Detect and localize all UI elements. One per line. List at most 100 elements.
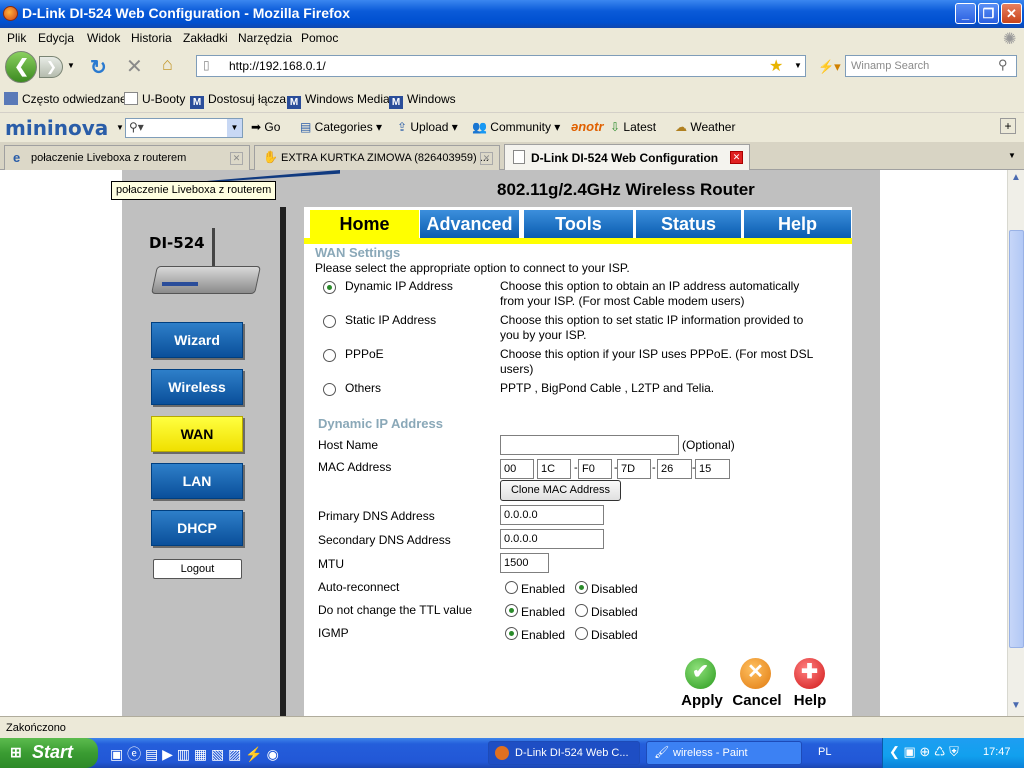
radio-others[interactable] — [323, 383, 336, 396]
menu-edycja[interactable]: Edycja — [38, 31, 74, 45]
minimize-button[interactable]: _ — [955, 3, 976, 24]
mininova-logo[interactable]: mininova — [5, 116, 108, 140]
mac-field-6[interactable]: 15 — [695, 459, 730, 479]
auto-reconnect-enabled-radio[interactable] — [505, 581, 518, 594]
mac-field-5[interactable]: 26 — [657, 459, 692, 479]
weather-button[interactable]: ☁ Weather — [675, 120, 735, 134]
close-window-button[interactable]: ✕ — [1001, 3, 1022, 24]
reload-icon[interactable]: ↻ — [90, 55, 107, 80]
tab-kurtka[interactable]: ✋ EXTRA KURTKA ZIMOWA (826403959) ... ✕ — [254, 145, 500, 170]
back-button[interactable]: ❮ — [5, 51, 37, 83]
igmp-disabled-radio[interactable] — [575, 627, 588, 640]
help-icon[interactable]: ✚ — [794, 658, 825, 689]
bookmark-star-icon[interactable]: ★ — [769, 56, 783, 76]
history-dropdown-icon[interactable]: ▼ — [67, 61, 75, 70]
close-tab-icon[interactable]: ✕ — [230, 152, 243, 165]
menu-zakladki[interactable]: Zakładki — [183, 31, 228, 45]
go-button[interactable]: ➡ Go — [251, 120, 280, 134]
clone-mac-button[interactable]: Clone MAC Address — [500, 480, 621, 501]
bookmark-uboty[interactable]: U-Booty — [124, 92, 185, 106]
radio-pppoe[interactable] — [323, 349, 336, 362]
wizard-button[interactable]: Wizard — [151, 322, 243, 358]
search-icon[interactable]: ⚲ — [998, 57, 1008, 73]
language-indicator[interactable]: PL — [818, 746, 831, 758]
option-pppoe-label: PPPoE — [345, 347, 384, 361]
menu-pomoc[interactable]: Pomoc — [301, 31, 338, 45]
close-tab-icon[interactable]: ✕ — [730, 151, 743, 164]
scroll-thumb[interactable] — [1009, 230, 1024, 648]
secondary-dns-input[interactable]: 0.0.0.0 — [500, 529, 604, 549]
tab-dlink[interactable]: D-Link DI-524 Web Configuration ✕ — [504, 144, 750, 171]
lan-button[interactable]: LAN — [151, 463, 243, 499]
forward-button[interactable]: ❯ — [39, 56, 63, 78]
wan-button[interactable]: WAN — [151, 416, 243, 452]
auto-reconnect-disabled-radio[interactable] — [575, 581, 588, 594]
tab-help[interactable]: Help — [744, 210, 852, 238]
menu-narzedzia[interactable]: Narzędzia — [238, 31, 292, 45]
wireless-button[interactable]: Wireless — [151, 369, 243, 405]
new-tab-icon[interactable]: + — [1000, 118, 1016, 134]
ttl-disabled-label: Disabled — [591, 605, 638, 619]
mac-field-3[interactable]: F0 — [578, 459, 612, 479]
help-label[interactable]: Help — [788, 692, 832, 709]
url-text[interactable]: http://192.168.0.1/ — [229, 59, 326, 73]
vertical-scrollbar[interactable]: ▲ ▼ — [1007, 170, 1024, 716]
tab-underline — [304, 238, 852, 244]
ttl-enabled-radio[interactable] — [505, 604, 518, 617]
categories-menu[interactable]: ▤ Categories ▾ — [300, 120, 382, 134]
bookmark-czesto[interactable]: Często odwiedzane — [4, 92, 127, 106]
close-tab-icon[interactable]: ✕ — [480, 152, 493, 165]
page-content: 802.11g/2.4GHz Wireless Router DI-524 Wi… — [0, 170, 1007, 716]
chevron-down-icon[interactable]: ▼ — [227, 119, 242, 137]
url-bar[interactable]: ▯ http://192.168.0.1/ ★ ▼ — [196, 55, 806, 77]
menu-historia[interactable]: Historia — [131, 31, 172, 45]
cancel-label[interactable]: Cancel — [730, 692, 784, 709]
mtu-input[interactable]: 1500 — [500, 553, 549, 573]
community-menu[interactable]: 👥 Community ▾ — [472, 120, 560, 134]
tab-home[interactable]: Home — [310, 210, 420, 238]
notr-button[interactable]: ǝnotr — [571, 119, 604, 134]
mac-field-1[interactable]: 00 — [500, 459, 534, 479]
menu-plik[interactable]: Plik — [7, 31, 26, 45]
radio-dynamic-ip[interactable] — [323, 281, 336, 294]
tab-tools[interactable]: Tools — [524, 210, 634, 238]
mac-field-4[interactable]: 7D — [617, 459, 651, 479]
mac-field-2[interactable]: 1C — [537, 459, 571, 479]
latest-button[interactable]: ⇩ Latest — [610, 120, 656, 134]
scroll-up-icon[interactable]: ▲ — [1011, 172, 1021, 183]
dhcp-button[interactable]: DHCP — [151, 510, 243, 546]
url-dropdown-icon[interactable]: ▼ — [794, 61, 802, 70]
tab-status[interactable]: Status — [636, 210, 742, 238]
tray-icons[interactable]: ❮ ▣ ⊕ ♺ ⛨ — [889, 744, 959, 760]
cancel-icon[interactable]: ✕ — [740, 658, 771, 689]
taskbar: ⊞ Start ▣ ⓔ ▤ ▶ ▥ ▦ ▧ ▨ ⚡ ◉ D-Link DI-52… — [0, 738, 1024, 768]
host-name-input[interactable] — [500, 435, 679, 455]
apply-icon[interactable]: ✔ — [685, 658, 716, 689]
bookmark-windows-media[interactable]: M Windows Media — [287, 92, 390, 109]
tab-list-icon[interactable]: ▼ — [1008, 151, 1016, 160]
mininova-dropdown-icon[interactable]: ▼ — [116, 123, 124, 132]
logout-button[interactable]: Logout — [153, 559, 242, 579]
task-firefox[interactable]: D-Link DI-524 Web C... — [488, 741, 640, 765]
tab-liveboxa[interactable]: e połaczenie Liveboxa z routerem ✕ — [4, 145, 250, 170]
home-icon[interactable]: ⌂ — [162, 54, 173, 75]
task-paint[interactable]: 🖌 wireless - Paint — [646, 741, 802, 765]
radio-static-ip[interactable] — [323, 315, 336, 328]
quicklaunch-icons[interactable]: ▣ ⓔ ▤ ▶ ▥ ▦ ▧ ▨ ⚡ ◉ — [110, 744, 279, 764]
igmp-enabled-radio[interactable] — [505, 627, 518, 640]
maximize-button[interactable]: ❐ — [978, 3, 999, 24]
primary-dns-input[interactable]: 0.0.0.0 — [500, 505, 604, 525]
stop-icon[interactable]: ✕ — [126, 54, 143, 79]
apply-label[interactable]: Apply — [678, 692, 726, 709]
menu-widok[interactable]: Widok — [87, 31, 120, 45]
bookmark-windows[interactable]: M Windows — [389, 92, 456, 109]
start-button[interactable]: ⊞ Start — [0, 738, 98, 768]
tab-advanced[interactable]: Advanced — [420, 210, 520, 238]
mininova-search-input[interactable]: ⚲▾ ▼ — [125, 118, 243, 138]
search-engine-icon[interactable]: ⚡▾ — [818, 59, 841, 75]
upload-menu[interactable]: ⇪ Upload ▾ — [397, 120, 458, 134]
ttl-disabled-radio[interactable] — [575, 604, 588, 617]
scroll-down-icon[interactable]: ▼ — [1011, 700, 1021, 711]
bookmark-dostosuj[interactable]: M Dostosuj łącza — [190, 92, 286, 109]
search-box[interactable]: Winamp Search ⚲ — [845, 55, 1017, 77]
